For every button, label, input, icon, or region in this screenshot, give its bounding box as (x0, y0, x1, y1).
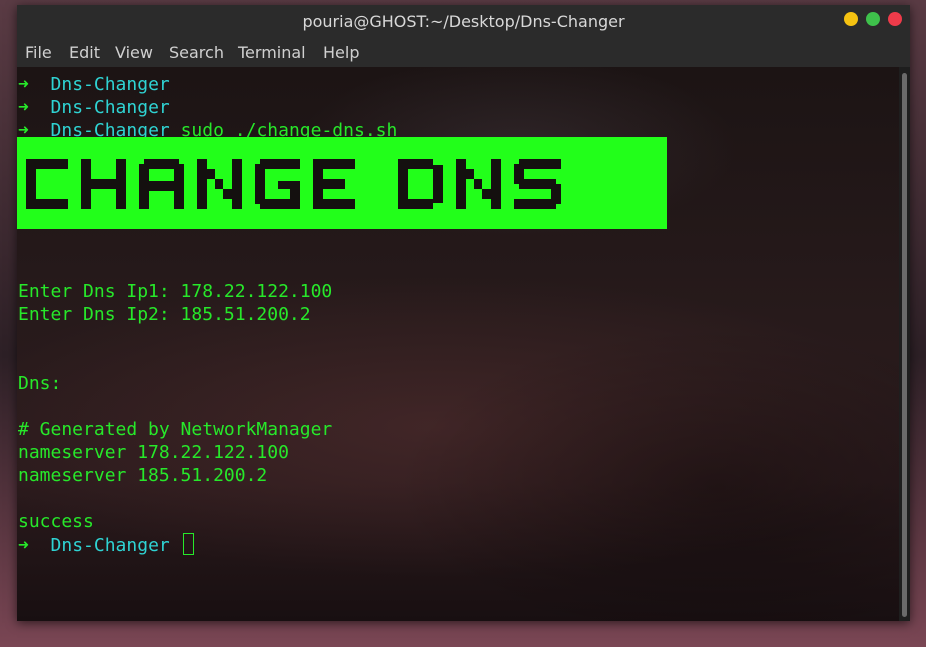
output-dns-label: Dns: (18, 373, 62, 394)
banner-graphic (17, 137, 667, 229)
scrollbar[interactable] (899, 67, 910, 621)
title-bar[interactable]: pouria@GHOST:~/Desktop/Dns-Changer (17, 5, 910, 38)
menu-edit[interactable]: Edit (69, 43, 100, 62)
menu-search[interactable]: Search (169, 43, 224, 62)
output-ip2: Enter Dns Ip2: 185.51.200.2 (18, 304, 311, 325)
terminal-window: pouria@GHOST:~/Desktop/Dns-Changer File … (17, 5, 910, 621)
menu-view[interactable]: View (115, 43, 153, 62)
minimize-button[interactable] (844, 12, 858, 26)
output-nameserver-2: nameserver 185.51.200.2 (18, 465, 268, 486)
scrollbar-thumb[interactable] (902, 73, 907, 617)
menu-terminal[interactable]: Terminal (238, 43, 306, 62)
prompt-directory: Dns-Changer (50, 74, 170, 95)
prompt-line: ➜ Dns-Changer (18, 73, 170, 96)
terminal-output[interactable]: ➜ Dns-Changer ➜ Dns-Changer ➜ Dns-Change… (17, 67, 899, 621)
menu-bar: File Edit View Search Terminal Help (17, 38, 910, 67)
window-title: pouria@GHOST:~/Desktop/Dns-Changer (302, 12, 625, 31)
prompt-directory: Dns-Changer (50, 535, 170, 556)
close-button[interactable] (888, 12, 902, 26)
prompt-arrow-icon: ➜ (18, 97, 29, 118)
text-cursor (182, 533, 194, 555)
maximize-button[interactable] (866, 12, 880, 26)
output-generated-comment: # Generated by NetworkManager (18, 419, 333, 440)
prompt-line: ➜ Dns-Changer (18, 96, 170, 119)
final-prompt-line[interactable]: ➜ Dns-Changer (18, 533, 194, 557)
ascii-banner (17, 137, 667, 229)
prompt-arrow-icon: ➜ (18, 535, 29, 556)
prompt-arrow-icon: ➜ (18, 74, 29, 95)
prompt-directory: Dns-Changer (50, 97, 170, 118)
menu-help[interactable]: Help (323, 43, 359, 62)
output-ip1: Enter Dns Ip1: 178.22.122.100 (18, 281, 333, 302)
menu-file[interactable]: File (25, 43, 52, 62)
output-status: success (18, 511, 94, 532)
output-nameserver-1: nameserver 178.22.122.100 (18, 442, 289, 463)
